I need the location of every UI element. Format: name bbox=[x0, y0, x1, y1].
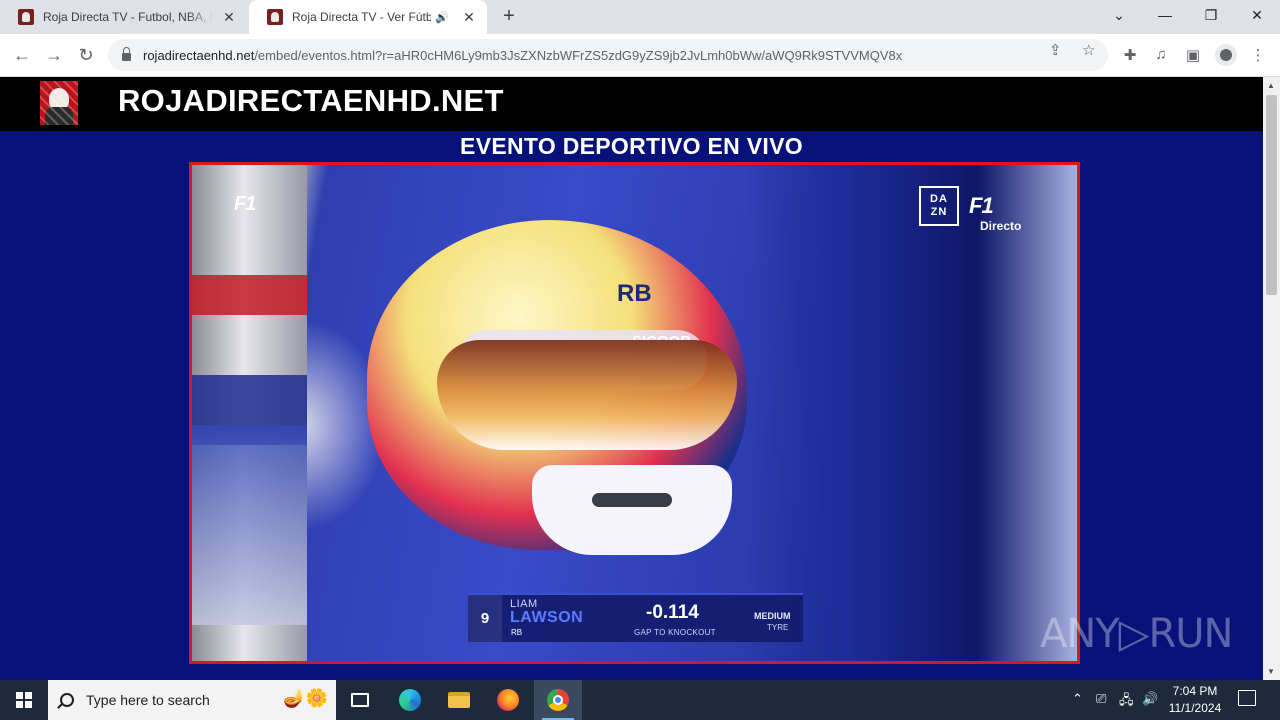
system-clock[interactable]: 7:04 PM 11/1/2024 bbox=[1160, 683, 1230, 717]
windows-taskbar: Type here to search 🪔🌼 ⌃ ⎚ 🖧 🔊 7:04 PM 1… bbox=[0, 680, 1280, 720]
tab-title: Roja Directa TV - Futbol, NBA, M bbox=[43, 10, 213, 24]
event-heading: EVENTO DEPORTIVO EN VIVO bbox=[460, 133, 803, 159]
dazn-logo-line1: DA bbox=[930, 193, 948, 205]
browser-tab-1[interactable]: Roja Directa TV - Futbol, NBA, M ✕ bbox=[0, 0, 247, 34]
meet-now-icon[interactable]: ⎚ bbox=[1096, 691, 1106, 707]
share-icon[interactable]: ⇪ bbox=[1049, 41, 1062, 59]
task-view-button[interactable] bbox=[336, 680, 384, 720]
folder-icon bbox=[448, 692, 470, 708]
media-controls-icon[interactable]: ♫ bbox=[1151, 46, 1171, 63]
close-tab-icon[interactable]: ✕ bbox=[221, 9, 237, 25]
url-path: /embed/eventos.html?r=aHR0cHM6Ly9mb3JsZX… bbox=[254, 47, 903, 63]
site-logo[interactable] bbox=[40, 81, 78, 125]
web-page: ROJADIRECTAENHD.NET EVENTO DEPORTIVO EN … bbox=[0, 77, 1263, 680]
driver-lower-third: 9 LIAM LAWSON RB -0.114 GAP TO KNOCKOUT … bbox=[468, 593, 803, 642]
page-scrollbar[interactable]: ▲ ▼ bbox=[1263, 77, 1280, 680]
site-header: ROJADIRECTAENHD.NET bbox=[0, 77, 1263, 131]
search-placeholder: Type here to search bbox=[86, 692, 210, 708]
f1-logo: F1 bbox=[234, 193, 256, 215]
forward-icon[interactable]: → bbox=[40, 41, 68, 69]
scroll-up-icon[interactable]: ▲ bbox=[1267, 81, 1275, 90]
tray-overflow-chevron-icon[interactable]: ⌃ bbox=[1072, 691, 1083, 707]
firefox-icon bbox=[497, 689, 519, 711]
lock-icon[interactable] bbox=[122, 46, 131, 61]
address-bar[interactable]: rojadirectaenhd.net/embed/eventos.html?r… bbox=[108, 39, 1108, 71]
gap-label: GAP TO KNOCKOUT bbox=[634, 628, 716, 637]
driver-number: 9 bbox=[468, 595, 502, 642]
restore-button[interactable]: ❐ bbox=[1188, 0, 1234, 30]
tab-strip: Roja Directa TV - Futbol, NBA, M ✕ Roja … bbox=[0, 0, 1280, 34]
file-explorer-taskbar-button[interactable] bbox=[435, 680, 483, 720]
extensions-icon[interactable]: ✚ bbox=[1120, 46, 1140, 64]
close-window-button[interactable]: ✕ bbox=[1234, 0, 1280, 30]
video-frame[interactable]: RB SICOOB F1 DA ZN F1 Directo 9 LIAM LAW… bbox=[192, 165, 1077, 661]
audio-playing-icon[interactable]: 🔊 bbox=[435, 11, 449, 24]
reload-icon[interactable]: ↻ bbox=[72, 41, 100, 69]
side-panel-icon[interactable]: ▣ bbox=[1183, 46, 1203, 64]
edge-taskbar-button[interactable] bbox=[386, 680, 434, 720]
task-view-icon bbox=[351, 693, 369, 707]
energy-drink-can-image bbox=[192, 165, 307, 661]
close-tab-icon[interactable]: ✕ bbox=[461, 9, 477, 25]
chrome-icon bbox=[547, 689, 569, 711]
clock-time: 7:04 PM bbox=[1172, 684, 1218, 698]
volume-icon[interactable]: 🔊 bbox=[1142, 691, 1158, 707]
tyre-label: TYRE bbox=[767, 623, 789, 632]
start-button[interactable] bbox=[0, 680, 48, 720]
browser-tab-2[interactable]: Roja Directa TV - Ver Fútbol 🔊 ✕ bbox=[249, 0, 487, 34]
driver-team: RB bbox=[511, 628, 523, 637]
edge-icon bbox=[399, 689, 421, 711]
dazn-logo-line2: ZN bbox=[930, 206, 948, 218]
driver-last-name: LAWSON bbox=[510, 609, 584, 626]
f1-logo-right: F1 bbox=[969, 193, 994, 218]
minimize-button[interactable]: — bbox=[1142, 0, 1188, 30]
new-tab-button[interactable]: + bbox=[498, 6, 520, 28]
video-player[interactable]: RB SICOOB F1 DA ZN F1 Directo 9 LIAM LAW… bbox=[189, 162, 1080, 664]
search-icon bbox=[60, 693, 74, 707]
tyre-compound: MEDIUM bbox=[754, 611, 791, 621]
chrome-taskbar-button[interactable] bbox=[534, 680, 582, 720]
helmet-rb-logo: RB bbox=[617, 280, 652, 307]
taskbar-search-box[interactable]: Type here to search 🪔🌼 bbox=[48, 680, 336, 720]
scrollbar-thumb[interactable] bbox=[1266, 95, 1277, 295]
site-title[interactable]: ROJADIRECTAENHD.NET bbox=[118, 83, 504, 119]
tab-title: Roja Directa TV - Ver Fútbol bbox=[292, 10, 432, 24]
windows-logo-icon bbox=[16, 692, 32, 708]
site-favicon-icon bbox=[18, 9, 34, 25]
network-icon[interactable]: 🖧 bbox=[1119, 691, 1134, 713]
anyrun-watermark: ANY▷RUN bbox=[1040, 611, 1233, 657]
clock-date: 11/1/2024 bbox=[1168, 701, 1222, 715]
car-bodywork-image bbox=[747, 165, 1077, 661]
notification-center-icon[interactable] bbox=[1238, 690, 1256, 706]
browser-toolbar: ← → ↻ rojadirectaenhd.net/embed/eventos.… bbox=[0, 34, 1280, 77]
dazn-logo: DA ZN bbox=[919, 186, 959, 226]
firefox-taskbar-button[interactable] bbox=[484, 680, 532, 720]
live-label: Directo bbox=[980, 219, 1022, 233]
menu-kebab-icon[interactable]: ⋮ bbox=[1248, 46, 1268, 64]
search-highlight-icon[interactable]: 🪔🌼 bbox=[283, 688, 328, 709]
helmet-chin-image bbox=[532, 465, 732, 555]
tab-search-icon[interactable]: ⌄ bbox=[1096, 0, 1142, 30]
site-favicon-icon bbox=[267, 9, 283, 25]
helmet-visor-image bbox=[437, 340, 737, 450]
bookmark-star-icon[interactable]: ☆ bbox=[1082, 41, 1095, 59]
url-host: rojadirectaenhd.net bbox=[143, 47, 255, 63]
back-icon[interactable]: ← bbox=[8, 41, 36, 69]
profile-avatar[interactable] bbox=[1215, 44, 1237, 66]
scroll-down-icon[interactable]: ▼ bbox=[1267, 667, 1275, 676]
gap-value: -0.114 bbox=[646, 602, 699, 623]
